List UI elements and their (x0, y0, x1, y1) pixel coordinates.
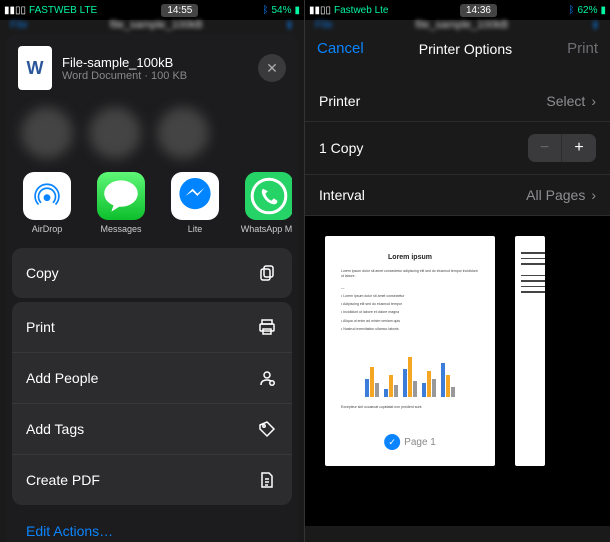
battery-icon: ▮ (294, 5, 300, 16)
cancel-button[interactable]: Cancel (317, 40, 364, 57)
airdrop-icon (23, 172, 71, 220)
app-whatsapp[interactable]: WhatsApp Me (240, 172, 292, 234)
edit-actions-button[interactable]: Edit Actions… (12, 509, 292, 542)
row-label: Interval (319, 187, 365, 203)
create-pdf-action[interactable]: Create PDF (12, 455, 292, 505)
page-indicator: ✓ Page 1 (384, 434, 436, 450)
app-messages[interactable]: Messages (92, 172, 150, 234)
apps-row: AirDrop Messages Lite WhatsApp Me (12, 168, 292, 244)
copies-stepper: − + (528, 134, 596, 162)
app-label: AirDrop (32, 224, 63, 234)
add-tags-action[interactable]: Add Tags (12, 404, 292, 455)
tag-icon (256, 418, 278, 440)
add-people-action[interactable]: Add People (12, 353, 292, 404)
copies-row: 1 Copy − + (305, 122, 610, 175)
copy-icon (256, 262, 278, 284)
action-label: Create PDF (26, 472, 100, 488)
contacts-row (12, 100, 292, 168)
messenger-icon (171, 172, 219, 220)
contact-avatar[interactable] (158, 108, 208, 158)
signal-icon: ▮▮▯▯ (4, 5, 26, 16)
app-label: Lite (188, 224, 203, 234)
check-icon: ✓ (384, 434, 400, 450)
printer-icon (256, 316, 278, 338)
action-label: Add People (26, 370, 98, 386)
file-title: File-sample_100kB (62, 55, 248, 70)
row-value: All Pages (526, 187, 585, 203)
app-label: Messages (100, 224, 141, 234)
print-action[interactable]: Print (12, 302, 292, 353)
page-label: Page 1 (404, 437, 436, 448)
chevron-right-icon: › (591, 93, 596, 109)
share-sheet: W File-sample_100kB Word Document · 100 … (6, 34, 298, 542)
doc-title: Lorem ipsum (341, 254, 479, 261)
bluetooth-icon: ᛒ (568, 5, 574, 16)
signal-icon: ▮▮▯▯ (309, 5, 331, 16)
add-people-icon (256, 367, 278, 389)
action-label: Print (26, 319, 55, 335)
page-title: Printer Options (419, 41, 512, 57)
printer-settings: Printer Select › 1 Copy − + Interval All … (305, 81, 610, 216)
row-label: Printer (319, 93, 360, 109)
printer-options-screen: ▮▮▯▯Fastweb Lte 14:36 ᛒ62%▮ File file_sa… (305, 0, 610, 542)
copies-label: 1 Copy (319, 140, 363, 156)
battery-icon: ▮ (600, 5, 606, 16)
document-icon (256, 469, 278, 491)
chevron-right-icon: › (591, 187, 596, 203)
carrier-label: Fastweb Lte (334, 5, 388, 16)
action-copy-group: Copy (12, 248, 292, 298)
battery-label: 54% (271, 5, 291, 16)
whatsapp-icon (245, 172, 292, 220)
carrier-label: FASTWEB LTE (29, 5, 97, 16)
row-value: Select (546, 93, 585, 109)
action-list: Print Add People Add Tags Create PDF (12, 302, 292, 505)
print-button[interactable]: Print (567, 40, 598, 57)
app-messenger[interactable]: Lite (166, 172, 224, 234)
share-icon: ⬆ (285, 19, 294, 32)
stepper-minus[interactable]: − (528, 134, 562, 162)
bluetooth-icon: ᛒ (262, 5, 268, 16)
preview-page-2[interactable] (515, 236, 545, 466)
word-doc-icon: W (18, 46, 52, 90)
status-bar: ▮▮▯▯Fastweb Lte 14:36 ᛒ62%▮ (305, 0, 610, 20)
print-preview: Lorem ipsum Lorem ipsum dolor sit amet c… (305, 216, 610, 526)
time-label: 14:55 (161, 4, 198, 17)
share-icon: ⬆ (591, 19, 600, 32)
app-label: WhatsApp Me (241, 224, 292, 234)
range-row[interactable]: Interval All Pages › (305, 175, 610, 216)
status-bar: ▮▮▯▯FASTWEB LTE 14:55 ᛒ54%▮ (0, 0, 304, 20)
printer-row[interactable]: Printer Select › (305, 81, 610, 122)
close-icon: ✕ (266, 60, 278, 77)
background-nav: File file_sample_100kB ⬆ (305, 20, 610, 30)
action-label: Add Tags (26, 421, 84, 437)
background-nav: File file_sample_100kB ⬆ (0, 20, 304, 30)
share-sheet-screen: ▮▮▯▯FASTWEB LTE 14:55 ᛒ54%▮ File file_sa… (0, 0, 305, 542)
doc-body: Lorem ipsum dolor sit amet consectetur a… (341, 269, 479, 335)
preview-page-1[interactable]: Lorem ipsum Lorem ipsum dolor sit amet c… (325, 236, 495, 466)
time-label: 14:36 (460, 4, 497, 17)
messages-icon (97, 172, 145, 220)
contact-avatar[interactable] (22, 108, 72, 158)
close-button[interactable]: ✕ (258, 54, 286, 82)
file-header: W File-sample_100kB Word Document · 100 … (12, 42, 292, 100)
action-label: Copy (26, 265, 59, 281)
contact-avatar[interactable] (90, 108, 140, 158)
file-subtitle: Word Document · 100 KB (62, 70, 248, 82)
doc-chart (365, 347, 455, 397)
nav-bar: Cancel Printer Options Print (305, 30, 610, 67)
copy-action[interactable]: Copy (12, 248, 292, 298)
battery-label: 62% (577, 5, 597, 16)
stepper-plus[interactable]: + (562, 134, 596, 162)
app-airdrop[interactable]: AirDrop (18, 172, 76, 234)
